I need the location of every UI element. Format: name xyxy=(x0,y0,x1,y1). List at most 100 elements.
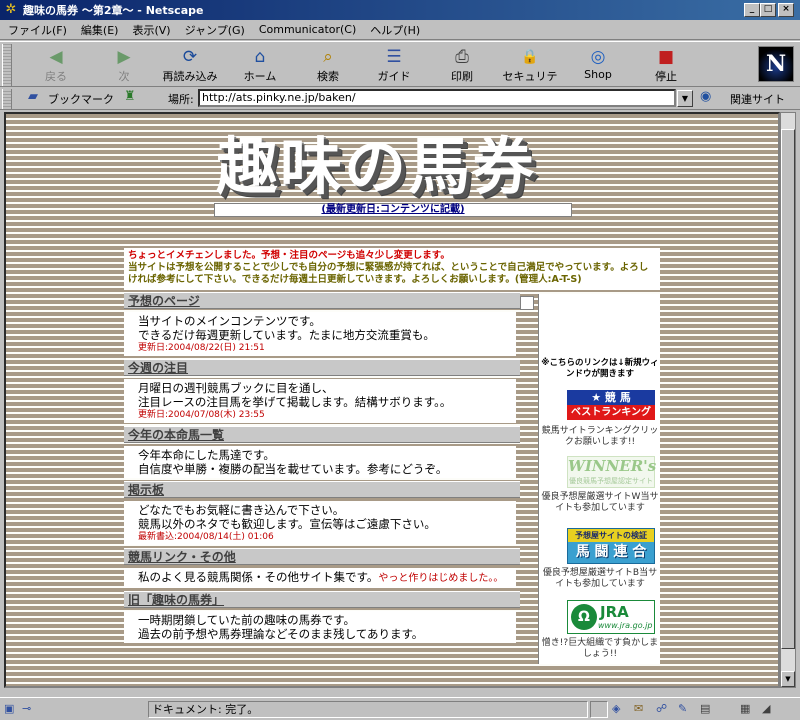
section-body: 一時期閉鎖していた前の趣味の馬券です。 過去の前予想や馬券理論などそのまま残して… xyxy=(124,611,516,643)
batou-rengou-banner[interactable]: 予想屋サイトの検証 馬 闘 連 合 xyxy=(567,528,655,564)
chevron-down-icon: ▼ xyxy=(785,675,791,683)
banner-text: 馬 闘 連 合 xyxy=(575,544,647,560)
section-text: できるだけ毎週更新しています。たまに地方交流重賞も。 xyxy=(138,328,435,342)
site-title: 趣味の馬券 xyxy=(216,130,537,203)
section-link-bbs[interactable]: 掲示板 xyxy=(124,481,520,498)
security-button[interactable]: 🔒セキュリティ xyxy=(498,46,562,99)
online-status-icon[interactable]: ⊸ xyxy=(22,702,31,715)
menu-communicator[interactable]: Communicator(C) xyxy=(259,23,356,36)
guide-icon: ☰ xyxy=(386,47,402,67)
security-status-icon[interactable]: ▣ xyxy=(4,702,14,715)
section-text: 当サイトのメインコンテンツです。 xyxy=(138,314,321,328)
jra-logo-icon: Ω xyxy=(571,604,597,630)
jra-banner[interactable]: Ω JRA www.jra.go.jp xyxy=(567,600,655,634)
discussion-icon[interactable]: ☍ xyxy=(656,702,667,715)
banner-text: WINNER's xyxy=(568,457,657,475)
component-icon[interactable]: ▦ xyxy=(740,702,750,715)
section-text: 注目レースの注目馬を挙げて掲載します。結構サボります。。 xyxy=(138,395,452,409)
section-text: 一時期閉鎖していた前の趣味の馬券です。 xyxy=(138,613,356,627)
shop-button[interactable]: ◎ Shop xyxy=(566,46,630,86)
scrollbar-thumb[interactable] xyxy=(781,129,795,649)
menu-bar: ファイル(F) 編集(E) 表示(V) ジャンプ(G) Communicator… xyxy=(0,20,800,40)
section-link-chumoku[interactable]: 今週の注目 xyxy=(124,359,520,376)
toolbar-grip[interactable] xyxy=(2,44,12,86)
section-text: 自信度や単勝・複勝の配当を載せています。参考にどうぞ。 xyxy=(138,462,448,476)
ranking-banner[interactable]: ★ 競 馬 ベストランキング xyxy=(567,390,655,422)
scroll-down-button[interactable]: ▼ xyxy=(781,671,795,687)
section-text: どなたでもお気軽に書き込んで下さい。 xyxy=(138,503,345,517)
banner-caption: 優良予想屋厳選サイトB当サイトも参加しています xyxy=(542,568,658,589)
menu-file[interactable]: ファイル(F) xyxy=(8,22,67,38)
url-field[interactable]: http://ats.pinky.ne.jp/baken/ xyxy=(198,89,676,107)
mail-icon[interactable]: ✉ xyxy=(634,702,643,715)
section-text: 今年本命にした馬達です。 xyxy=(138,448,275,462)
url-dropdown-button[interactable]: ▼ xyxy=(677,90,693,107)
resize-grip-icon[interactable]: ◢ xyxy=(762,702,770,715)
section-text: 私のよく見る競馬関係・その他サイト集です。やっと作りはじめました。。 xyxy=(138,570,516,586)
banner-caption: 優良予想屋厳選サイトW当サイトも参加しています xyxy=(541,492,659,513)
banner-caption: 競馬サイトランキングクリックお願いします!! xyxy=(541,426,659,447)
section-body: 私のよく見る競馬関係・その他サイト集です。やっと作りはじめました。。 xyxy=(124,568,516,588)
stop-icon: ■ xyxy=(657,47,675,67)
section-date: 更新日:2004/07/08(木) 23:55 xyxy=(138,410,265,420)
bookmarks-icon: ▰ xyxy=(28,89,38,104)
window-title: 趣味の馬券 ～第2章～ - Netscape xyxy=(23,4,204,17)
page-viewport: 趣味の馬券 (最新更新日:コンテンツに記載) ちょっとイメチェンしました。予想・… xyxy=(4,112,780,688)
menu-view[interactable]: 表示(V) xyxy=(132,22,170,38)
guide-button[interactable]: ☰ ガイド xyxy=(362,46,426,86)
section-body: 月曜日の週刊競馬ブックに目を通し、 注目レースの注目馬を挙げて掲載します。結構サ… xyxy=(124,379,516,423)
vertical-scrollbar[interactable]: ▼ xyxy=(780,112,796,688)
reload-icon: ⟳ xyxy=(182,47,198,67)
minimize-button[interactable]: _ xyxy=(744,3,760,17)
netscape-app-icon[interactable]: ✲ xyxy=(3,2,19,18)
section-link-honmei[interactable]: 今年の本命馬一覧 xyxy=(124,426,520,443)
navigation-toolbar: ◀戻る ▶次 ⟳再読み込み ⌂ホーム ⌕検索 ☰ガイド ⎙印刷 🔒セキュリティ … xyxy=(0,41,800,99)
print-button[interactable]: ⎙ 印刷 xyxy=(430,46,494,86)
section-body: 今年本命にした馬達です。 自信度や単勝・複勝の配当を載せています。参考にどうぞ。 xyxy=(124,446,516,478)
banner-text: 優良競馬予想屋認定サイト xyxy=(569,477,653,485)
notice-body: 当サイトは予想を公開することで少しでも自分の予想に緊張感が持てれば、ということで… xyxy=(128,262,649,285)
close-button[interactable]: × xyxy=(778,3,794,17)
spacer-box xyxy=(520,296,534,310)
banner-text: ベストランキング xyxy=(567,405,655,420)
window-titlebar: ✲ 趣味の馬券 ～第2章～ - Netscape _ □ × xyxy=(0,0,800,20)
section-body: どなたでもお気軽に書き込んで下さい。 競馬以外のネタでも歓迎します。宣伝等はご遠… xyxy=(124,501,516,545)
section-link-old-site[interactable]: 旧「趣味の馬券」 xyxy=(124,591,520,608)
section-link-yosou[interactable]: 予想のページ xyxy=(124,292,520,309)
reload-button[interactable]: ⟳ 再読み込み xyxy=(158,46,222,86)
navigator-icon[interactable]: ◈ xyxy=(612,702,620,715)
notice-box: ちょっとイメチェンしました。予想・注目のページも追々少し変更します。 当サイトは… xyxy=(124,248,660,290)
search-button[interactable]: ⌕ 検索 xyxy=(296,46,360,86)
back-button[interactable]: ◀ 戻る xyxy=(24,46,88,86)
status-spacer xyxy=(590,701,608,718)
related-sites-button[interactable]: 関連サイト xyxy=(730,91,785,107)
menu-help[interactable]: ヘルプ(H) xyxy=(370,22,420,38)
forward-button[interactable]: ▶ 次 xyxy=(92,46,156,86)
home-icon: ⌂ xyxy=(254,47,266,67)
content-menu: 予想のページ 当サイトのメインコンテンツです。 できるだけ毎週更新しています。た… xyxy=(124,292,520,664)
chevron-down-icon: ▼ xyxy=(681,94,689,103)
bookmarks-button[interactable]: ブックマーク xyxy=(48,91,114,107)
section-link-links[interactable]: 競馬リンク・その他 xyxy=(124,548,520,565)
netscape-logo[interactable]: N xyxy=(758,46,794,82)
composer-icon[interactable]: ✎ xyxy=(678,702,687,715)
location-label: 場所: xyxy=(168,93,194,106)
page-proxy-icon[interactable]: ♜ xyxy=(124,89,136,104)
home-button[interactable]: ⌂ ホーム xyxy=(228,46,292,86)
banner-text: 予想屋サイトの検証 xyxy=(568,529,654,542)
banner-text: www.jra.go.jp xyxy=(598,621,653,630)
winners-banner[interactable]: WINNER's 優良競馬予想屋認定サイト xyxy=(567,456,657,488)
section-text: 競馬以外のネタでも歓迎します。宣伝等はご遠慮下さい。 xyxy=(138,517,436,531)
address-book-icon[interactable]: ▤ xyxy=(700,702,710,715)
maximize-button[interactable]: □ xyxy=(760,3,776,17)
stop-button[interactable]: ■ 停止 xyxy=(634,46,698,86)
forward-arrow-icon: ▶ xyxy=(117,47,131,67)
menu-go[interactable]: ジャンプ(G) xyxy=(185,22,245,38)
new-window-note: ※こちらのリンクは↓新規ウィンドウが開きます xyxy=(541,358,659,379)
section-date: 最新書込:2004/08/14(土) 01:06 xyxy=(138,532,274,542)
security-lock-icon: 🔒 xyxy=(521,49,539,65)
menu-edit[interactable]: 編集(E) xyxy=(81,22,119,38)
location-grip[interactable] xyxy=(2,89,12,109)
related-sites-icon: ◉ xyxy=(700,89,712,104)
last-update-link[interactable]: (最新更新日:コンテンツに記載) xyxy=(214,203,572,217)
